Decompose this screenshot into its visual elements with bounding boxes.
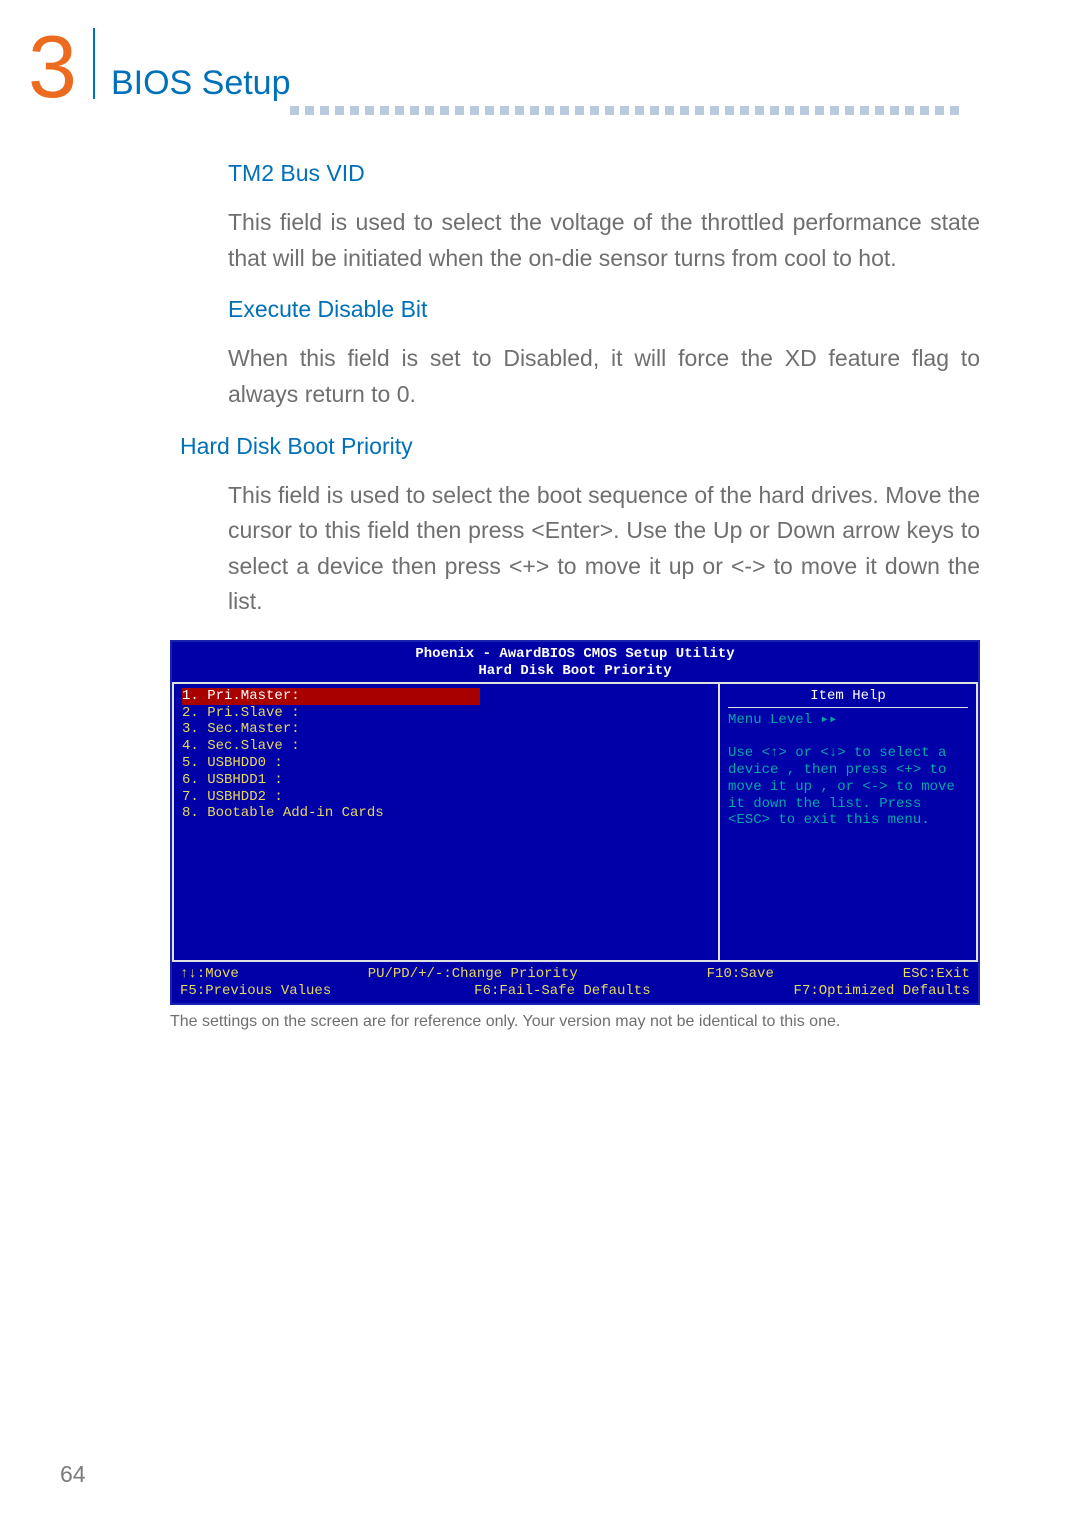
bios-footer-prev: F5:Previous Values xyxy=(180,983,331,1000)
heading-tm2: TM2 Bus VID xyxy=(228,160,980,187)
decorative-dots xyxy=(290,106,1020,116)
bios-item-selected: 1. Pri.Master: xyxy=(182,688,480,705)
page-number: 64 xyxy=(60,1461,86,1488)
figure-caption: The settings on the screen are for refer… xyxy=(170,1013,980,1031)
bios-footer-change: PU/PD/+/-:Change Priority xyxy=(368,966,578,983)
bios-footer-optimized: F7:Optimized Defaults xyxy=(794,983,970,1000)
bios-footer-failsafe: F6:Fail-Safe Defaults xyxy=(474,983,650,1000)
bios-footer-save: F10:Save xyxy=(707,966,774,983)
bios-screenshot: Phoenix - AwardBIOS CMOS Setup Utility H… xyxy=(170,640,980,1005)
bios-device-list: 1. Pri.Master: 2. Pri.Slave : 3. Sec.Mas… xyxy=(174,684,720,960)
section-title: BIOS Setup xyxy=(111,64,291,103)
bios-title-line1: Phoenix - AwardBIOS CMOS Setup Utility xyxy=(172,646,978,663)
bios-item: 8. Bootable Add-in Cards xyxy=(182,805,710,822)
heading-edb: Execute Disable Bit xyxy=(228,296,980,323)
bios-footer: ↑↓:Move PU/PD/+/-:Change Priority F10:Sa… xyxy=(172,962,978,1004)
bios-item: 4. Sec.Slave : xyxy=(182,738,710,755)
heading-hdbp: Hard Disk Boot Priority xyxy=(180,433,980,460)
bios-item: 2. Pri.Slave : xyxy=(182,705,710,722)
bios-footer-exit: ESC:Exit xyxy=(903,966,970,983)
bios-title: Phoenix - AwardBIOS CMOS Setup Utility H… xyxy=(172,642,978,682)
bios-body: 1. Pri.Master: 2. Pri.Slave : 3. Sec.Mas… xyxy=(172,682,978,962)
bios-title-line2: Hard Disk Boot Priority xyxy=(172,663,978,680)
chapter-header: 3 BIOS Setup xyxy=(28,30,291,105)
bios-item: 3. Sec.Master: xyxy=(182,721,710,738)
paragraph-hdbp: This field is used to select the boot se… xyxy=(228,478,980,621)
bios-item: 5. USBHDD0 : xyxy=(182,755,710,772)
bios-footer-move: ↑↓:Move xyxy=(180,966,239,983)
bios-menu-level: Menu Level ▸▸ xyxy=(728,712,968,729)
content-area: TM2 Bus VID This field is used to select… xyxy=(180,150,980,1031)
paragraph-tm2: This field is used to select the voltage… xyxy=(228,205,980,276)
bios-help-title: Item Help xyxy=(728,688,968,708)
bios-item: 6. USBHDD1 : xyxy=(182,772,710,789)
bios-help-panel: Item Help Menu Level ▸▸ Use <↑> or <↓> t… xyxy=(720,684,976,960)
chapter-number: 3 xyxy=(28,30,95,105)
paragraph-edb: When this field is set to Disabled, it w… xyxy=(228,341,980,412)
bios-item: 7. USBHDD2 : xyxy=(182,789,710,806)
bios-help-text: Use <↑> or <↓> to select a device , then… xyxy=(728,745,968,829)
